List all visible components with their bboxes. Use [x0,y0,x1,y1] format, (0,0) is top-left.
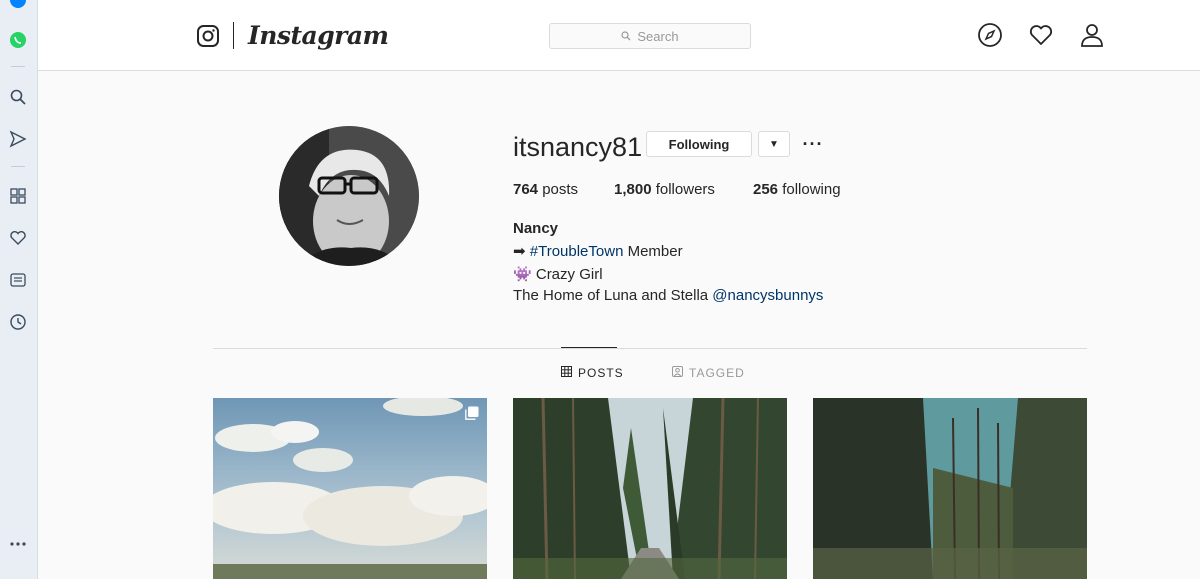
following-count[interactable]: 256 following [753,181,841,198]
tabs-divider [213,348,1087,349]
activity-heart-icon[interactable] [1028,22,1054,48]
profile-username: itsnancy81 [513,132,643,162]
send-icon[interactable] [8,129,28,149]
caret-down-icon: ▼ [769,138,779,150]
hashtag-link[interactable]: #TroubleTown [530,243,624,260]
profile-icon[interactable] [1079,22,1105,48]
post-thumbnail[interactable] [213,398,487,579]
instagram-logo-icon[interactable] [196,24,220,48]
whatsapp-icon[interactable] [8,30,28,50]
bio-line-3: The Home of Luna and Stella @nancysbunny… [513,287,824,304]
browser-sidebar [0,0,38,579]
alien-monster-emoji: 👾 [513,266,532,283]
suggested-dropdown-button[interactable]: ▼ [758,131,790,157]
arrow-emoji: ➡ [513,243,526,260]
active-tab-indicator [561,347,617,348]
tab-tagged-label: TAGGED [689,366,745,380]
logo-divider [233,22,234,49]
heart-icon[interactable] [8,228,28,248]
profile-avatar[interactable] [279,126,419,266]
tag-person-icon [672,366,683,380]
explore-icon[interactable] [977,22,1003,48]
posts-count: 764 posts [513,181,579,198]
rail-divider [11,166,25,167]
search-input[interactable]: Search [549,23,751,49]
bio-line-2: 👾 Crazy Girl [513,266,603,283]
tab-tagged[interactable]: TAGGED [672,366,745,380]
messenger-icon[interactable] [8,0,28,10]
history-icon[interactable] [8,312,28,332]
speed-dial-icon[interactable] [8,186,28,206]
more-horizontal-icon: ··· [802,134,824,154]
profile-full-name: Nancy [513,220,559,237]
search-icon[interactable] [8,87,28,107]
rail-divider [11,66,25,67]
news-icon[interactable] [8,270,28,290]
mention-link[interactable]: @nancysbunnys [712,287,823,304]
following-button[interactable]: Following [646,131,752,157]
multiple-photos-icon [465,406,479,420]
post-thumbnail[interactable] [513,398,787,579]
options-more-button[interactable]: ··· [800,132,826,156]
grid-icon [561,366,572,380]
top-nav: Instagram Search [38,0,1200,71]
followers-count[interactable]: 1,800 followers [614,181,715,198]
search-icon [621,29,631,44]
more-icon[interactable] [8,534,28,554]
post-thumbnail[interactable] [813,398,1087,579]
bio-line-1: ➡ #TroubleTown Member [513,243,683,260]
tab-posts-label: POSTS [578,366,624,380]
search-placeholder: Search [637,28,679,44]
instagram-wordmark[interactable]: Instagram [248,21,389,51]
tab-posts[interactable]: POSTS [561,366,624,380]
